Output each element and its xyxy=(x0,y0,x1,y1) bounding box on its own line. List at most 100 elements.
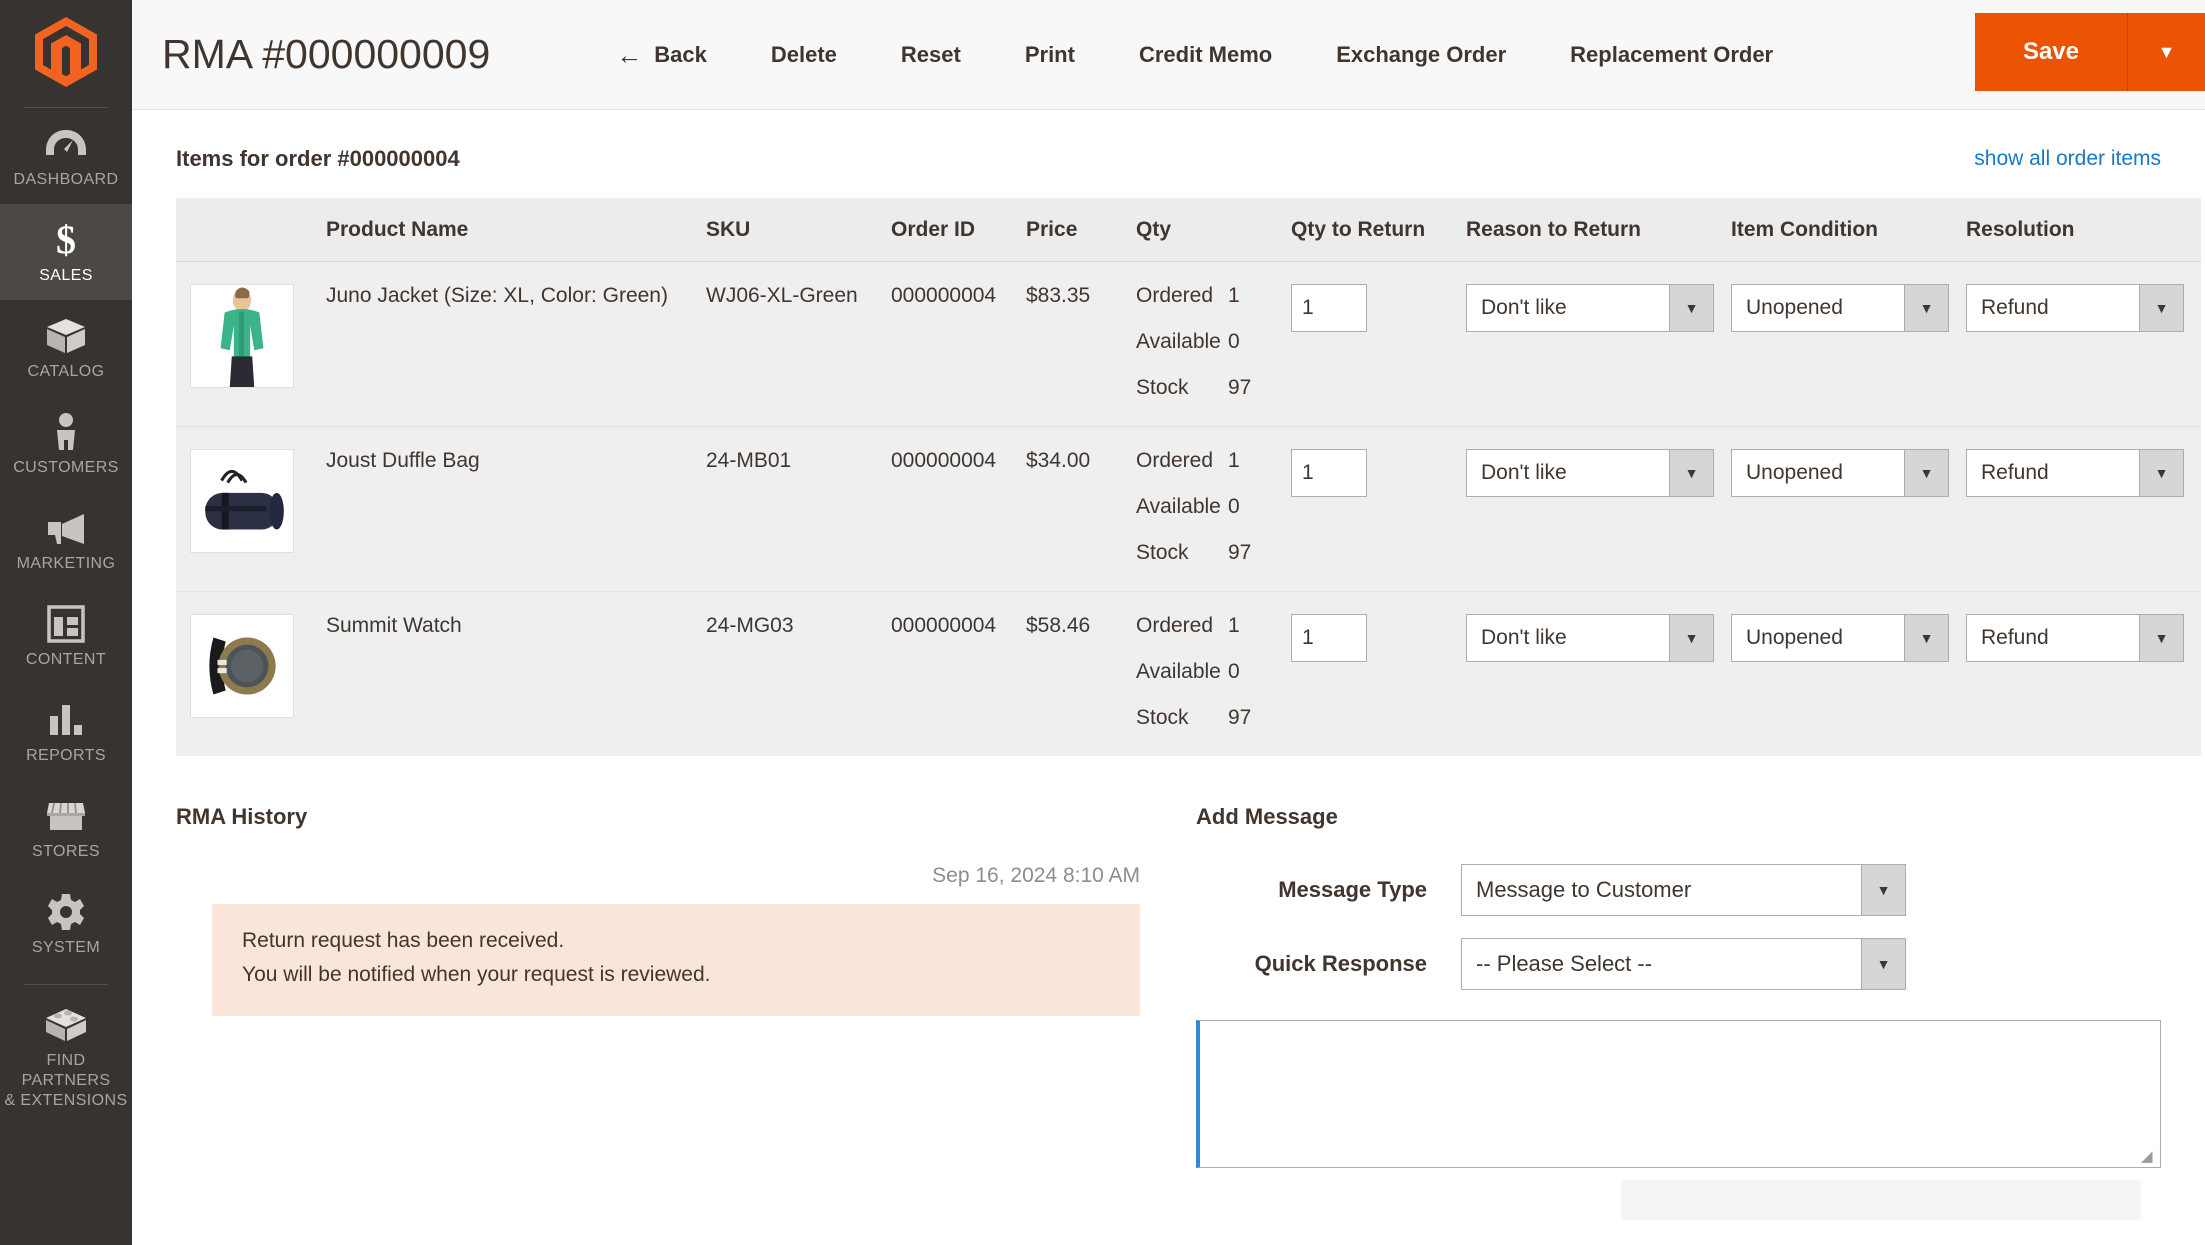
reason-to-return-select[interactable]: Don't like ▼ xyxy=(1466,614,1714,662)
column-header-qty: Qty xyxy=(1136,198,1291,262)
back-button[interactable]: ← Back xyxy=(616,42,739,68)
show-all-order-items-link[interactable]: show all order items xyxy=(1974,147,2161,171)
qty-stock-label: Stock xyxy=(1136,706,1228,730)
history-note-line-2: You will be notified when your request i… xyxy=(242,958,1110,992)
message-type-select[interactable]: Message to Customer ▼ xyxy=(1461,864,1906,916)
item-condition-select[interactable]: Unopened ▼ xyxy=(1731,614,1949,662)
column-header-item-condition: Item Condition xyxy=(1731,198,1966,262)
reset-button[interactable]: Reset xyxy=(869,42,993,68)
resolution-select[interactable]: Refund ▼ xyxy=(1966,614,2184,662)
qty-ordered-label: Ordered xyxy=(1136,449,1228,473)
sidebar-item-stores[interactable]: STORES xyxy=(0,780,132,876)
delete-button[interactable]: Delete xyxy=(739,42,869,68)
reason-to-return-value: Don't like xyxy=(1467,615,1669,661)
chevron-down-icon: ▼ xyxy=(1904,285,1948,331)
cell-reason: Don't like ▼ xyxy=(1466,592,1731,757)
magento-logo[interactable] xyxy=(0,0,132,108)
resolution-select[interactable]: Refund ▼ xyxy=(1966,449,2184,497)
gear-icon xyxy=(4,892,128,932)
sidebar-item-customers[interactable]: CUSTOMERS xyxy=(0,396,132,492)
exchange-order-button[interactable]: Exchange Order xyxy=(1304,42,1538,68)
cell-resolution: Refund ▼ xyxy=(1966,262,2201,427)
items-section-header: Items for order #000000004 show all orde… xyxy=(176,110,2161,198)
sidebar-item-reports[interactable]: REPORTS xyxy=(0,684,132,780)
sidebar-item-content[interactable]: CONTENT xyxy=(0,588,132,684)
admin-sidebar: DASHBOARD $ SALES CATALOG xyxy=(0,0,132,1245)
submit-comment-area[interactable] xyxy=(1621,1180,2141,1220)
main-area: RMA #000000009 ← Back Delete Reset Print… xyxy=(132,0,2205,1245)
cell-thumbnail xyxy=(176,427,326,592)
table-header-row: Product Name SKU Order ID Price Qty Qty … xyxy=(176,198,2201,262)
cell-resolution: Refund ▼ xyxy=(1966,592,2201,757)
column-header-resolution: Resolution xyxy=(1966,198,2201,262)
replacement-order-button[interactable]: Replacement Order xyxy=(1538,42,1805,68)
reason-to-return-value: Don't like xyxy=(1467,285,1669,331)
sidebar-item-marketing[interactable]: MARKETING xyxy=(0,492,132,588)
credit-memo-button[interactable]: Credit Memo xyxy=(1107,42,1304,68)
chevron-down-icon: ▼ xyxy=(1669,285,1713,331)
cell-condition: Unopened ▼ xyxy=(1731,592,1966,757)
joust-duffle-bag-thumbnail xyxy=(190,449,294,553)
save-button[interactable]: Save xyxy=(1975,13,2127,91)
save-options-button[interactable]: ▼ xyxy=(2127,13,2205,91)
qty-ordered: Ordered 1 xyxy=(1136,449,1291,473)
chevron-down-icon: ▼ xyxy=(2139,450,2183,496)
qty-available-value: 0 xyxy=(1228,660,1240,684)
reason-to-return-select[interactable]: Don't like ▼ xyxy=(1466,449,1714,497)
arrow-left-icon: ← xyxy=(616,42,642,68)
message-type-value: Message to Customer xyxy=(1462,865,1861,915)
sidebar-item-dashboard[interactable]: DASHBOARD xyxy=(0,108,132,204)
juno-jacket-thumbnail xyxy=(190,284,294,388)
rma-history-title: RMA History xyxy=(176,804,1176,830)
cell-qty: Ordered 1 Available 0 Stock 97 xyxy=(1136,262,1291,427)
back-button-label: Back xyxy=(654,42,707,68)
sidebar-item-label: FIND PARTNERS & EXTENSIONS xyxy=(4,1051,128,1111)
cell-order-id: 000000004 xyxy=(891,427,1026,592)
cell-product-name: Juno Jacket (Size: XL, Color: Green) xyxy=(326,262,706,427)
qty-available: Available 0 xyxy=(1136,660,1291,684)
history-note: Return request has been received. You wi… xyxy=(212,904,1140,1016)
message-type-row: Message Type Message to Customer ▼ xyxy=(1196,864,2161,916)
magento-logo-icon xyxy=(35,17,97,92)
reason-to-return-select[interactable]: Don't like ▼ xyxy=(1466,284,1714,332)
resize-grip-icon[interactable]: ◢ xyxy=(2141,1149,2157,1165)
qty-to-return-input[interactable] xyxy=(1291,614,1367,662)
qty-ordered-value: 1 xyxy=(1228,449,1240,473)
cell-order-id: 000000004 xyxy=(891,592,1026,757)
sidebar-item-catalog[interactable]: CATALOG xyxy=(0,300,132,396)
cell-thumbnail xyxy=(176,592,326,757)
print-button[interactable]: Print xyxy=(993,42,1107,68)
sidebar-item-system[interactable]: SYSTEM xyxy=(0,876,132,972)
table-header: Product Name SKU Order ID Price Qty Qty … xyxy=(176,198,2201,262)
qty-to-return-input[interactable] xyxy=(1291,449,1367,497)
table-row: Joust Duffle Bag 24-MB01 000000004 $34.0… xyxy=(176,427,2201,592)
quick-response-select[interactable]: -- Please Select -- ▼ xyxy=(1461,938,1906,990)
resolution-select[interactable]: Refund ▼ xyxy=(1966,284,2184,332)
add-message-panel: Add Message Message Type Message to Cust… xyxy=(1196,804,2161,1220)
qty-available-label: Available xyxy=(1136,660,1228,684)
quick-response-row: Quick Response -- Please Select -- ▼ xyxy=(1196,938,2161,990)
bottom-panels: RMA History Sep 16, 2024 8:10 AM Return … xyxy=(176,756,2161,1220)
history-note-line-1: Return request has been received. xyxy=(242,924,1110,958)
item-condition-select[interactable]: Unopened ▼ xyxy=(1731,449,1949,497)
sidebar-item-find-partners-extensions[interactable]: FIND PARTNERS & EXTENSIONS xyxy=(0,989,132,1125)
qty-available-value: 0 xyxy=(1228,330,1240,354)
cell-price: $58.46 xyxy=(1026,592,1136,757)
dollar-sign-icon: $ xyxy=(4,220,128,260)
table-row: Juno Jacket (Size: XL, Color: Green) WJ0… xyxy=(176,262,2201,427)
qty-stock-value: 97 xyxy=(1228,376,1251,400)
add-message-title: Add Message xyxy=(1196,804,2161,830)
person-icon xyxy=(4,412,128,452)
rma-history-panel: RMA History Sep 16, 2024 8:10 AM Return … xyxy=(176,804,1196,1220)
megaphone-icon xyxy=(4,508,128,548)
item-condition-select[interactable]: Unopened ▼ xyxy=(1731,284,1949,332)
column-header-order-id: Order ID xyxy=(891,198,1026,262)
save-button-group: Save ▼ xyxy=(1975,13,2205,91)
qty-to-return-input[interactable] xyxy=(1291,284,1367,332)
chevron-down-icon: ▼ xyxy=(1904,450,1948,496)
comment-textarea-wrapper[interactable]: ◢ xyxy=(1196,1020,2161,1168)
qty-stock: Stock 97 xyxy=(1136,541,1291,565)
qty-stock: Stock 97 xyxy=(1136,376,1291,400)
cell-product-name: Summit Watch xyxy=(326,592,706,757)
sidebar-item-sales[interactable]: $ SALES xyxy=(0,204,132,300)
